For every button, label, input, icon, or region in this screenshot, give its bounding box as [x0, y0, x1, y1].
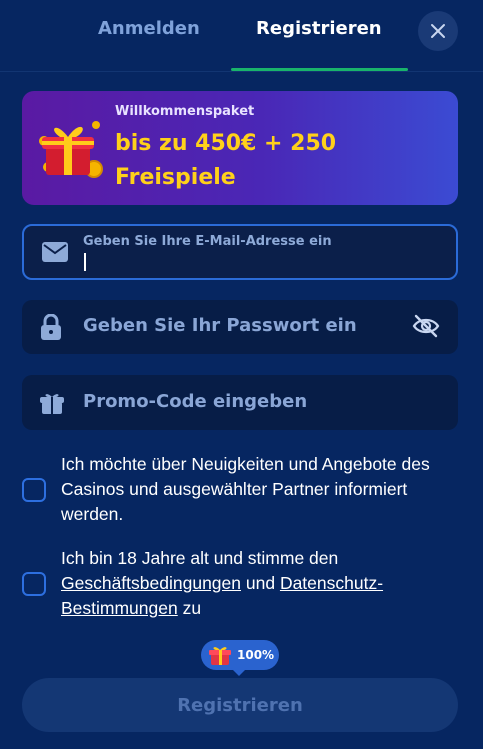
- register-submit-button[interactable]: Registrieren: [22, 678, 458, 732]
- newsletter-checkbox[interactable]: [22, 478, 46, 502]
- mail-icon: [42, 242, 68, 262]
- password-field[interactable]: Geben Sie Ihr Passwort ein: [22, 300, 458, 354]
- tab-login[interactable]: Anmelden: [98, 18, 200, 39]
- banner-kicker: Willkommenspaket: [115, 104, 255, 119]
- promo-code-field[interactable]: Promo-Code eingeben: [22, 375, 458, 430]
- progress-badge-pointer: [231, 668, 247, 676]
- gift-box-icon: [39, 121, 103, 178]
- tab-register[interactable]: Registrieren: [256, 18, 382, 39]
- terms-middle: und: [241, 573, 280, 593]
- email-field-label: Geben Sie Ihre E-Mail-Adresse ein: [83, 234, 332, 249]
- active-tab-indicator: [231, 68, 408, 71]
- password-placeholder: Geben Sie Ihr Passwort ein: [83, 315, 357, 336]
- newsletter-consent-text: Ich möchte über Neuigkeiten und Angebote…: [61, 454, 430, 524]
- close-icon: [431, 24, 445, 38]
- progress-badge: 100%: [201, 640, 279, 670]
- email-field[interactable]: Geben Sie Ihre E-Mail-Adresse ein: [22, 224, 458, 280]
- lock-icon: [41, 314, 61, 340]
- terms-checkbox[interactable]: [22, 572, 46, 596]
- auth-tabs: Anmelden Registrieren: [0, 0, 483, 72]
- terms-prefix: Ich bin 18 Jahre alt und stimme den: [61, 548, 339, 568]
- terms-suffix: zu: [177, 598, 202, 618]
- promo-code-placeholder: Promo-Code eingeben: [83, 391, 308, 412]
- gift-icon: [209, 647, 231, 665]
- eye-off-icon[interactable]: [412, 312, 440, 340]
- welcome-bonus-banner: Willkommenspaket bis zu 450€ + 250 Freis…: [22, 91, 458, 205]
- terms-link[interactable]: Geschäftsbedingungen: [61, 573, 241, 593]
- text-cursor: [84, 253, 86, 271]
- progress-percent: 100%: [237, 648, 275, 662]
- gift-icon: [40, 394, 64, 414]
- close-button[interactable]: [418, 11, 458, 51]
- banner-bonus-amount: bis zu 450€ + 250 Freispiele: [115, 131, 337, 190]
- terms-consent-text: Ich bin 18 Jahre alt und stimme den Gesc…: [61, 546, 462, 621]
